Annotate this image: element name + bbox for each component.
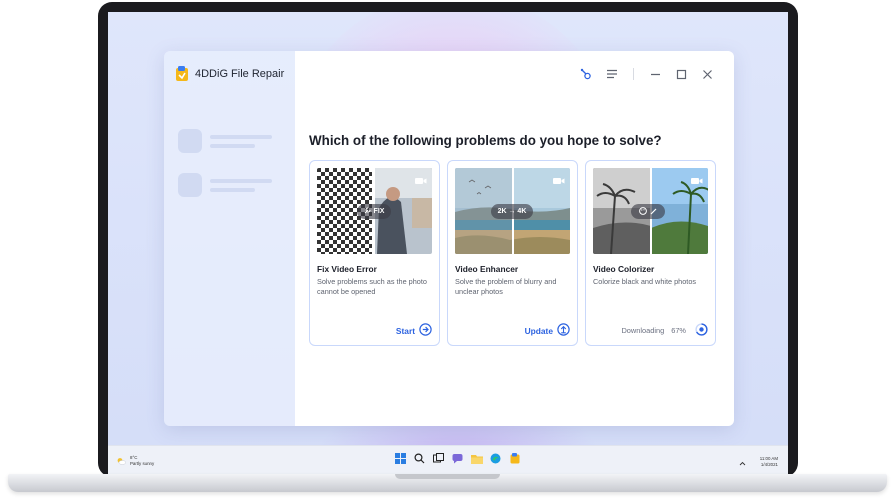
clock[interactable]: 11:00 AM 1/4/2021 <box>760 456 778 468</box>
fix-video-preview-image: FIX <box>317 168 432 254</box>
tool-cards: FIX Fix Video Error Solve problems such … <box>309 160 716 346</box>
partly-sunny-icon <box>116 452 126 470</box>
controls-divider <box>633 68 634 80</box>
edge-icon[interactable] <box>489 452 502 465</box>
app-logo-icon <box>175 66 189 82</box>
video-colorizer-preview-image <box>593 168 708 254</box>
fix-video-error-card[interactable]: FIX Fix Video Error Solve problems such … <box>309 160 440 346</box>
windows-start-icon[interactable] <box>394 452 407 465</box>
start-button[interactable]: Start <box>396 323 432 338</box>
weather-widget[interactable]: 8°C Partly sunny <box>116 452 154 470</box>
menu-icon[interactable] <box>605 67 619 81</box>
sidebar-placeholder-item <box>178 129 272 153</box>
chat-icon[interactable] <box>451 452 464 465</box>
video-colorizer-card[interactable]: Video Colorizer Colorize black and white… <box>585 160 716 346</box>
download-label: Downloading <box>621 326 665 335</box>
update-button[interactable]: Update <box>525 323 570 338</box>
brush-icon <box>650 207 658 217</box>
search-icon[interactable] <box>413 452 426 465</box>
card-description: Colorize black and white photos <box>593 277 697 286</box>
clock-date: 1/4/2021 <box>760 462 778 467</box>
minimize-icon[interactable] <box>648 67 662 81</box>
sidebar-placeholder-item <box>178 173 272 197</box>
video-enhancer-card[interactable]: 2K → 4K Video Enhancer Solve the problem… <box>447 160 578 346</box>
taskbar: 8°C Partly sunny 11:00 AM 1/4/2021 <box>108 445 788 475</box>
colorize-badge <box>631 204 665 219</box>
arrow-right-circle-icon <box>419 323 432 338</box>
app-window: 4DDiG File Repair Which of the following… <box>164 51 734 426</box>
progress-ring-icon <box>695 323 708 338</box>
laptop-notch <box>395 474 500 479</box>
maximize-icon[interactable] <box>674 67 688 81</box>
system-tray: 11:00 AM 1/4/2021 <box>739 453 778 471</box>
resolution-badge: 2K → 4K <box>491 204 533 219</box>
card-description: Solve the problem of blurry and unclear … <box>455 277 557 296</box>
video-camera-icon <box>553 172 565 184</box>
page-title: Which of the following problems do you h… <box>309 133 662 148</box>
app-title: 4DDiG File Repair <box>195 68 285 80</box>
desktop-screen: 4DDiG File Repair Which of the following… <box>108 12 788 475</box>
wrench-icon <box>364 207 371 216</box>
feedback-icon[interactable] <box>579 67 593 81</box>
window-controls <box>579 67 714 81</box>
download-percent: 67% <box>671 326 686 335</box>
task-view-icon[interactable] <box>432 452 445 465</box>
video-camera-icon <box>691 172 703 184</box>
card-description: Solve problems such as the photo cannot … <box>317 277 427 296</box>
weather-desc: Partly sunny <box>130 461 155 466</box>
download-status: Downloading 67% <box>621 323 708 338</box>
upload-circle-icon <box>557 323 570 338</box>
card-title: Video Enhancer <box>455 264 519 274</box>
card-title: Fix Video Error <box>317 264 377 274</box>
fix-badge: FIX <box>357 204 391 219</box>
taskbar-apps <box>394 452 521 465</box>
file-explorer-icon[interactable] <box>470 452 483 465</box>
video-enhancer-preview-image: 2K → 4K <box>455 168 570 254</box>
video-camera-icon <box>415 172 427 184</box>
brand: 4DDiG File Repair <box>175 66 284 82</box>
sidebar: 4DDiG File Repair <box>164 51 295 426</box>
4ddig-app-icon[interactable] <box>508 452 521 465</box>
card-title: Video Colorizer <box>593 264 655 274</box>
palette-icon <box>638 206 647 217</box>
chevron-up-icon[interactable] <box>739 453 746 471</box>
main-panel: Which of the following problems do you h… <box>295 51 734 426</box>
close-icon[interactable] <box>700 67 714 81</box>
